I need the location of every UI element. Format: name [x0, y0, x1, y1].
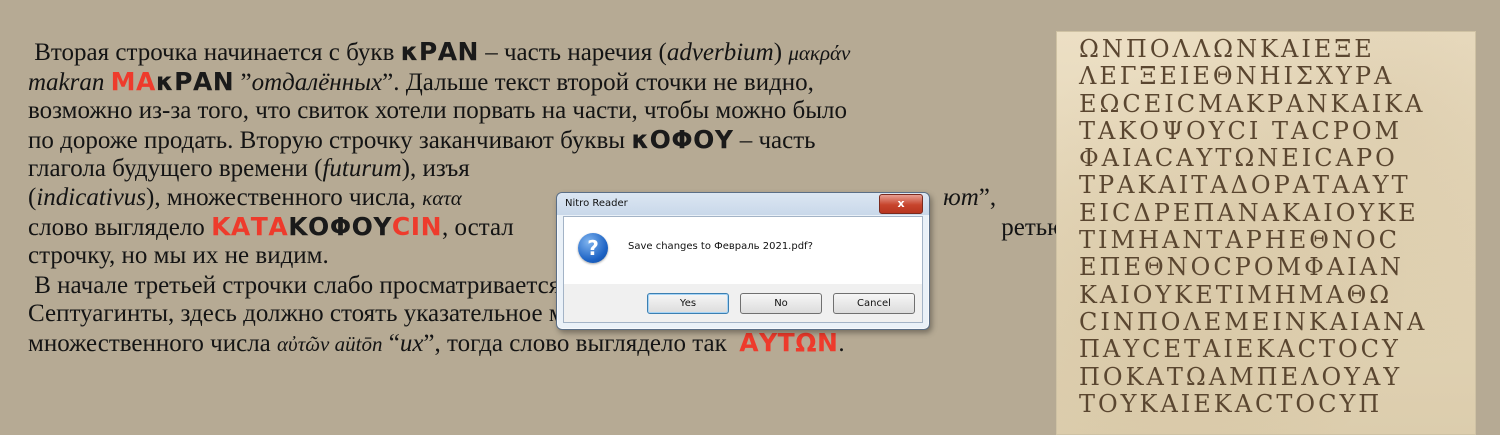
- text-segment: по дороже продать. Вторую строчку заканч…: [28, 126, 632, 154]
- manuscript-line: ΕΩϹΕΙϹΜΑΚΡΑΝΚΑΙΚΑ: [1079, 89, 1426, 118]
- manuscript-line: ΚΑΙΟΥΚΕΤΙΜΗΜΑΘΩ: [1079, 280, 1393, 309]
- text-segment: В начале третьей строчки слабо просматри…: [28, 271, 632, 299]
- text-segment: Вторая строчка начинается с букв: [28, 39, 401, 66]
- text-segment: множественного числа: [28, 329, 278, 357]
- text-segment: ), множественного числа,: [146, 183, 423, 211]
- greek-letters: κΡΑΝ: [400, 37, 479, 66]
- text-segment: слово выглядело: [28, 213, 212, 241]
- text-segment: строчку, но мы их не видим.: [28, 242, 329, 270]
- dialog-titlebar[interactable]: Nitro Reader x: [557, 193, 929, 215]
- yes-button[interactable]: Yes: [647, 293, 729, 314]
- text-segment: – часть: [733, 126, 816, 154]
- greek-letters: ΑΥΤΩΝ: [739, 327, 839, 357]
- manuscript-line: ΤΙΜΗΑΝΤΑΡΗΕΘΝΟϹ: [1079, 226, 1400, 255]
- text-line: Вторая строчка начинается с букв κΡΑΝ – …: [28, 37, 1038, 68]
- dialog-body: ? Save changes to Февраль 2021.pdf? Yes …: [563, 216, 923, 323]
- manuscript-line: ΦΑΙΑϹΑΥΤΩΝΕΙϹΑΡΟ: [1079, 144, 1398, 173]
- text-segment: ): [773, 39, 789, 66]
- question-icon: ?: [578, 233, 608, 263]
- text-segment: – часть наречия (: [478, 39, 667, 66]
- close-button[interactable]: x: [879, 194, 923, 214]
- text-segment: “: [382, 329, 400, 357]
- text-segment: .: [838, 329, 845, 357]
- text-segment: возможно из-за того, что свиток хотели п…: [28, 97, 848, 125]
- dialog-message: Save changes to Февраль 2021.pdf?: [628, 241, 813, 252]
- manuscript-line: ΤΟΥΚΑΙΕΚΑϹΤΟϹΥΠ: [1079, 389, 1383, 418]
- cancel-button[interactable]: Cancel: [833, 293, 915, 314]
- manuscript-line: ΕΙϹΔΡΕΠΑΝΑΚΑΙΟΥΚΕ: [1079, 198, 1419, 227]
- text-segment: indicativus: [36, 183, 147, 211]
- greek-letters: ΜΑ: [110, 66, 156, 96]
- manuscript-line: ΤΡΑΚΑΙΤΑΔΟΡΑΤΑΑΥΤ: [1079, 171, 1411, 200]
- dialog-title: Nitro Reader: [565, 198, 628, 209]
- manuscript-line: ΠΟΚΑΤΩΑΜΠΕΛΟΥΑΥ: [1079, 362, 1403, 391]
- text-segment: ), изъя: [401, 155, 470, 183]
- manuscript-line: ΠΑΥϹΕΤΑΙΕΚΑϹΤΟϹΥ: [1079, 335, 1401, 364]
- manuscript-line: ΕΠΕΘΝΟϹΡΟΜΦΑΙΑΝ: [1079, 253, 1404, 282]
- text-line: глагола будущего времени (futurum), изъя: [28, 155, 1038, 184]
- text-line: множественного числа αὐτῶν aütōn “их”, т…: [28, 327, 1038, 359]
- greek-word: αὐτῶν aütōn: [277, 331, 383, 356]
- greek-letters: ΚΑΤΑ: [211, 211, 289, 241]
- text-segment: adverbium: [666, 39, 774, 66]
- text-segment: глагола будущего времени (: [28, 155, 323, 183]
- text-segment: ”,: [978, 183, 997, 211]
- text-segment: отдалённых: [251, 68, 383, 96]
- text-line: по дороже продать. Вторую строчку заканч…: [28, 124, 1038, 156]
- greek-letters: ΚΟΦΟΥ: [288, 211, 392, 241]
- text-segment: их: [399, 329, 424, 357]
- manuscript-line: ΛΕΓΞΕΙΕΘΝΗΙΣΧΥΡΑ: [1079, 62, 1395, 91]
- text-segment: ”. Дальше текст второй сточки не видно,: [382, 68, 814, 96]
- manuscript-line: ΩΝΠΟΛΛΩΝΚΑΙΕΞΕ: [1079, 35, 1375, 63]
- greek-word: μακράν: [788, 41, 851, 65]
- text-segment: , остал: [442, 213, 514, 241]
- text-line: makran ΜΑκΡΑΝ ”отдалённых”. Дальше текст…: [28, 66, 1038, 98]
- dialog-button-bar: Yes No Cancel: [564, 284, 922, 322]
- greek-letters: CIΝ: [391, 211, 442, 241]
- text-segment: ”, тогда слово выглядело так: [423, 329, 740, 357]
- manuscript-line: ΤΑΚΟΨΟΥϹΙ ΤΑϹΡΟΜ: [1079, 116, 1403, 145]
- greek-word: κατα: [422, 185, 462, 210]
- text-line: возможно из-за того, что свиток хотели п…: [28, 97, 1038, 126]
- save-changes-dialog: Nitro Reader x ? Save changes to Февраль…: [556, 192, 930, 330]
- greek-letters: κΡΑΝ: [155, 66, 235, 96]
- text-segment: ”: [234, 68, 252, 96]
- manuscript-line: ϹΙΝΠΟΛΕΜΕΙΝΚΑΙΑΝΑ: [1079, 307, 1428, 336]
- manuscript-image: ΩΝΠΟΛΛΩΝΚΑΙΕΞΕ ΛΕΓΞΕΙΕΘΝΗΙΣΧΥΡΑ ΕΩϹΕΙϹΜΑΚΡ…: [1056, 31, 1476, 435]
- greek-letters: κΟΦΟΥ: [631, 124, 734, 154]
- text-segment: ют: [943, 183, 979, 211]
- text-segment: makran: [28, 68, 105, 96]
- no-button[interactable]: No: [740, 293, 822, 314]
- text-segment: futurum: [322, 155, 402, 183]
